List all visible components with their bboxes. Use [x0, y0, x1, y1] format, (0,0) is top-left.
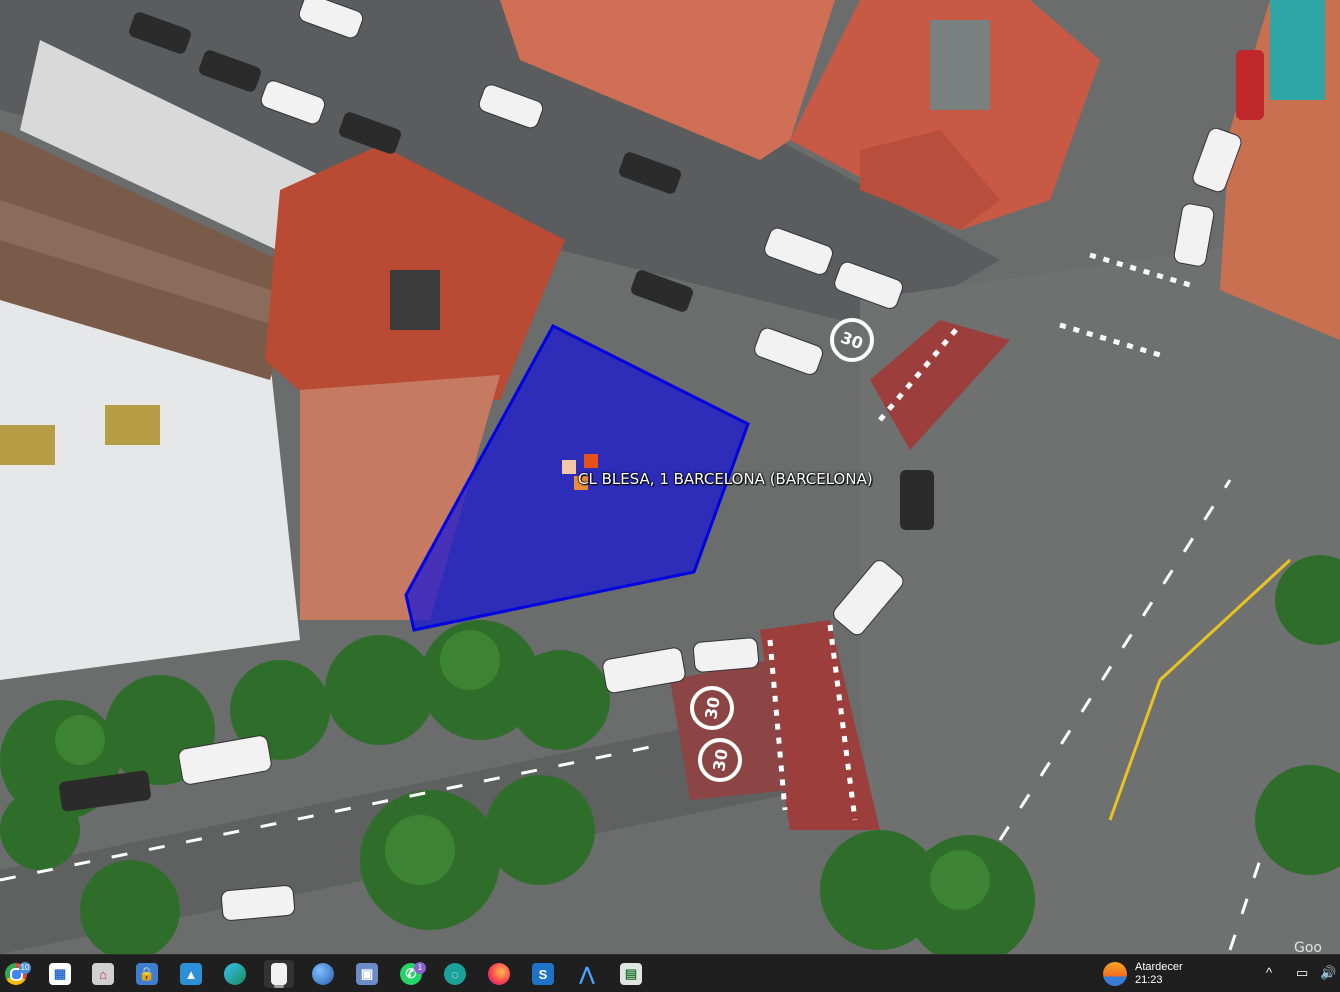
road-marking-3: 30 [709, 747, 732, 772]
window-app-icon: ▤ [620, 963, 642, 985]
chrome-badge: 10 [19, 962, 31, 974]
map-view[interactable]: 30 30 30 CL BLESA, 1 BARCELONA (BARCELON… [0, 0, 1340, 954]
notepad-button[interactable] [264, 960, 294, 988]
s-app-icon: S [532, 963, 554, 985]
lock-app-icon: 🔒 [136, 963, 158, 985]
photo-viewer-icon: ⌂ [92, 963, 114, 985]
chrome-button[interactable]: 10 [1, 960, 31, 988]
image-app-icon: ▲ [180, 963, 202, 985]
firefox-button[interactable] [484, 960, 514, 988]
road-marking-2: 30 [701, 695, 724, 720]
map-watermark: Goo [1294, 940, 1322, 954]
save-app-icon: ▣ [356, 963, 378, 985]
weather-label: Atardecer [1135, 961, 1183, 973]
notepad-icon [271, 963, 287, 985]
window-app-button[interactable]: ▤ [616, 960, 646, 988]
earth-icon [312, 963, 334, 985]
arrow-app-icon: ⋀ [579, 963, 595, 984]
earth-button[interactable] [308, 960, 338, 988]
s-app-button[interactable]: S [528, 960, 558, 988]
network-icon[interactable]: ▭ [1296, 965, 1308, 981]
taskbar: 10 ▦ ⌂ 🔒 ▲ ▣ ✆ 1 ◌ S ⋀ ▤ Atardecer 21:23… [0, 954, 1340, 992]
arrow-app-button[interactable]: ⋀ [572, 960, 602, 988]
photo-viewer-button[interactable]: ⌂ [88, 960, 118, 988]
chart-app-icon: ▦ [49, 963, 71, 985]
address-label: CL BLESA, 1 BARCELONA (BARCELONA) [578, 470, 873, 488]
edge-button[interactable] [220, 960, 250, 988]
edge-icon [224, 963, 246, 985]
lock-app-button[interactable]: 🔒 [132, 960, 162, 988]
whatsapp-badge: 1 [414, 962, 426, 974]
tray-chevron-icon[interactable]: ^ [1266, 965, 1272, 980]
sunset-icon [1103, 962, 1127, 986]
volume-icon[interactable]: 🔊 [1320, 965, 1336, 981]
firefox-icon [488, 963, 510, 985]
weather-widget[interactable]: Atardecer 21:23 [1103, 961, 1183, 987]
weather-time: 21:23 [1135, 974, 1163, 986]
swirl-app-icon: ◌ [444, 963, 466, 985]
chart-app-button[interactable]: ▦ [45, 960, 75, 988]
whatsapp-button[interactable]: ✆ 1 [396, 960, 426, 988]
swirl-app-button[interactable]: ◌ [440, 960, 470, 988]
image-app-button[interactable]: ▲ [176, 960, 206, 988]
save-app-button[interactable]: ▣ [352, 960, 382, 988]
